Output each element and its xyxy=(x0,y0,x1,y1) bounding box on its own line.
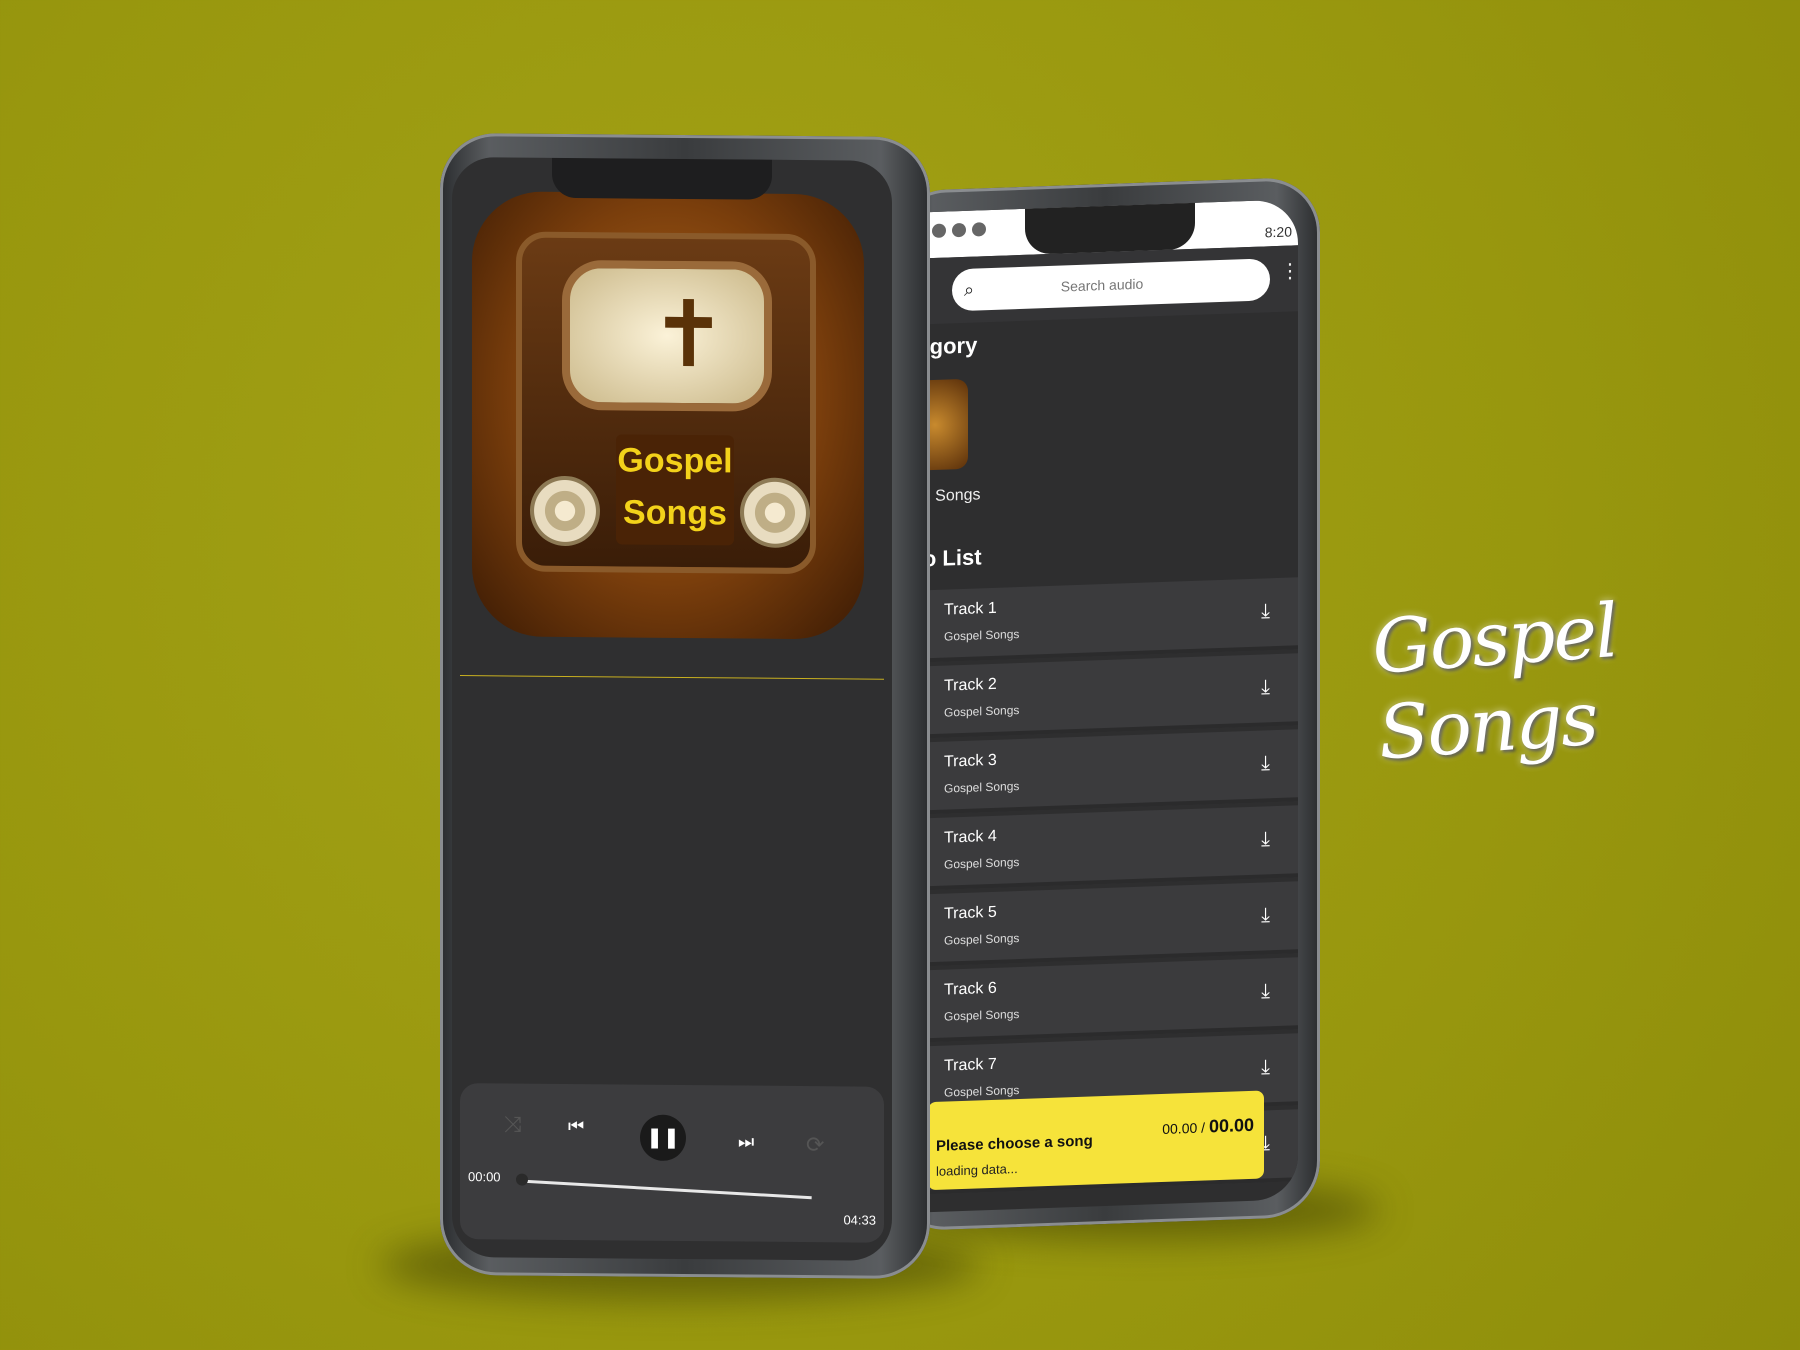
download-icon[interactable]: ⤓ xyxy=(1261,600,1270,623)
download-icon[interactable]: ⤓ xyxy=(1261,752,1270,775)
search-input[interactable] xyxy=(974,272,1230,298)
album-art-label: Gospel Songs xyxy=(616,434,734,546)
track-title: Track 2 xyxy=(944,675,997,695)
track-row[interactable]: Track 6 Gospel Songs ⤓ xyxy=(890,957,1298,1044)
track-row[interactable]: Track 5 Gospel Songs ⤓ xyxy=(890,881,1298,968)
divider xyxy=(460,675,884,680)
left-phone: ✝ Gospel Songs ⤨ ⏮ ❚❚ ⏭ ⟳ 00:00 04:33 xyxy=(440,132,930,1280)
player-controls: ⤨ ⏮ ❚❚ ⏭ ⟳ 00:00 04:33 xyxy=(460,1083,884,1243)
track-subtitle: Gospel Songs xyxy=(944,702,1020,720)
track-subtitle: Gospel Songs xyxy=(944,1006,1020,1024)
download-icon[interactable]: ⤓ xyxy=(1261,980,1270,1003)
radio-illustration: ✝ Gospel Songs xyxy=(516,231,816,575)
now-playing-screen: ✝ Gospel Songs ⤨ ⏮ ❚❚ ⏭ ⟳ 00:00 04:33 xyxy=(452,156,892,1261)
track-row[interactable]: Track 1 Gospel Songs ⤓ xyxy=(890,577,1298,664)
notification-icons xyxy=(932,222,986,239)
right-phone: 8:20 ⌕ ⋮ Category Gospel Songs Audio Lis… xyxy=(890,176,1320,1232)
track-subtitle: Gospel Songs xyxy=(944,626,1020,644)
track-row[interactable]: Track 4 Gospel Songs ⤓ xyxy=(890,805,1298,892)
seek-handle[interactable] xyxy=(516,1173,528,1186)
track-row[interactable]: Track 3 Gospel Songs ⤓ xyxy=(890,729,1298,816)
download-icon[interactable]: ⤓ xyxy=(1261,828,1270,851)
search-icon: ⌕ xyxy=(964,279,975,300)
track-subtitle: Gospel Songs xyxy=(944,930,1020,948)
track-subtitle: Gospel Songs xyxy=(944,854,1020,872)
track-title: Track 1 xyxy=(944,599,997,619)
duration-time: 04:33 xyxy=(843,1212,876,1228)
more-options-icon[interactable]: ⋮ xyxy=(1280,260,1298,283)
audio-list-screen: 8:20 ⌕ ⋮ Category Gospel Songs Audio Lis… xyxy=(890,199,1298,1214)
cross-icon: ✝ xyxy=(650,283,728,387)
next-icon[interactable]: ⏭ xyxy=(738,1131,754,1152)
track-subtitle: Gospel Songs xyxy=(944,1082,1020,1100)
track-title: Track 6 xyxy=(944,979,997,999)
shuffle-icon[interactable]: ⤨ xyxy=(504,1111,522,1137)
seek-bar[interactable] xyxy=(521,1179,812,1200)
elapsed-time: 00:00 xyxy=(468,1169,501,1185)
notch xyxy=(552,157,772,200)
speaker-right xyxy=(740,477,810,549)
brand-title: Gospel Songs xyxy=(1369,587,1620,777)
track-row[interactable]: Track 2 Gospel Songs ⤓ xyxy=(890,653,1298,740)
pause-button[interactable]: ❚❚ xyxy=(640,1114,686,1162)
track-title: Track 4 xyxy=(944,827,997,847)
notch xyxy=(1025,200,1195,255)
repeat-icon[interactable]: ⟳ xyxy=(806,1132,824,1158)
track-title: Track 3 xyxy=(944,751,997,771)
pause-icon: ❚❚ xyxy=(646,1126,680,1149)
download-icon[interactable]: ⤓ xyxy=(1261,1056,1270,1079)
radio-screen: ✝ xyxy=(562,259,772,412)
download-icon[interactable]: ⤓ xyxy=(1261,676,1270,699)
album-art: ✝ Gospel Songs xyxy=(472,191,864,640)
download-icon[interactable]: ⤓ xyxy=(1261,904,1270,927)
track-title: Track 7 xyxy=(944,1055,997,1075)
mini-player[interactable]: Please choose a song loading data... 00.… xyxy=(928,1090,1264,1191)
mini-player-status: loading data... xyxy=(936,1161,1018,1179)
previous-icon[interactable]: ⏮ xyxy=(568,1116,584,1137)
mini-player-title: Please choose a song xyxy=(936,1132,1093,1155)
mini-player-time: 00.00 / 00.00 xyxy=(1162,1114,1254,1138)
track-title: Track 5 xyxy=(944,903,997,923)
toolbar: ⌕ ⋮ xyxy=(890,245,1298,326)
status-time: 8:20 xyxy=(1264,223,1292,241)
track-subtitle: Gospel Songs xyxy=(944,778,1020,796)
speaker-left xyxy=(530,475,600,547)
search-bar[interactable]: ⌕ xyxy=(952,258,1270,312)
